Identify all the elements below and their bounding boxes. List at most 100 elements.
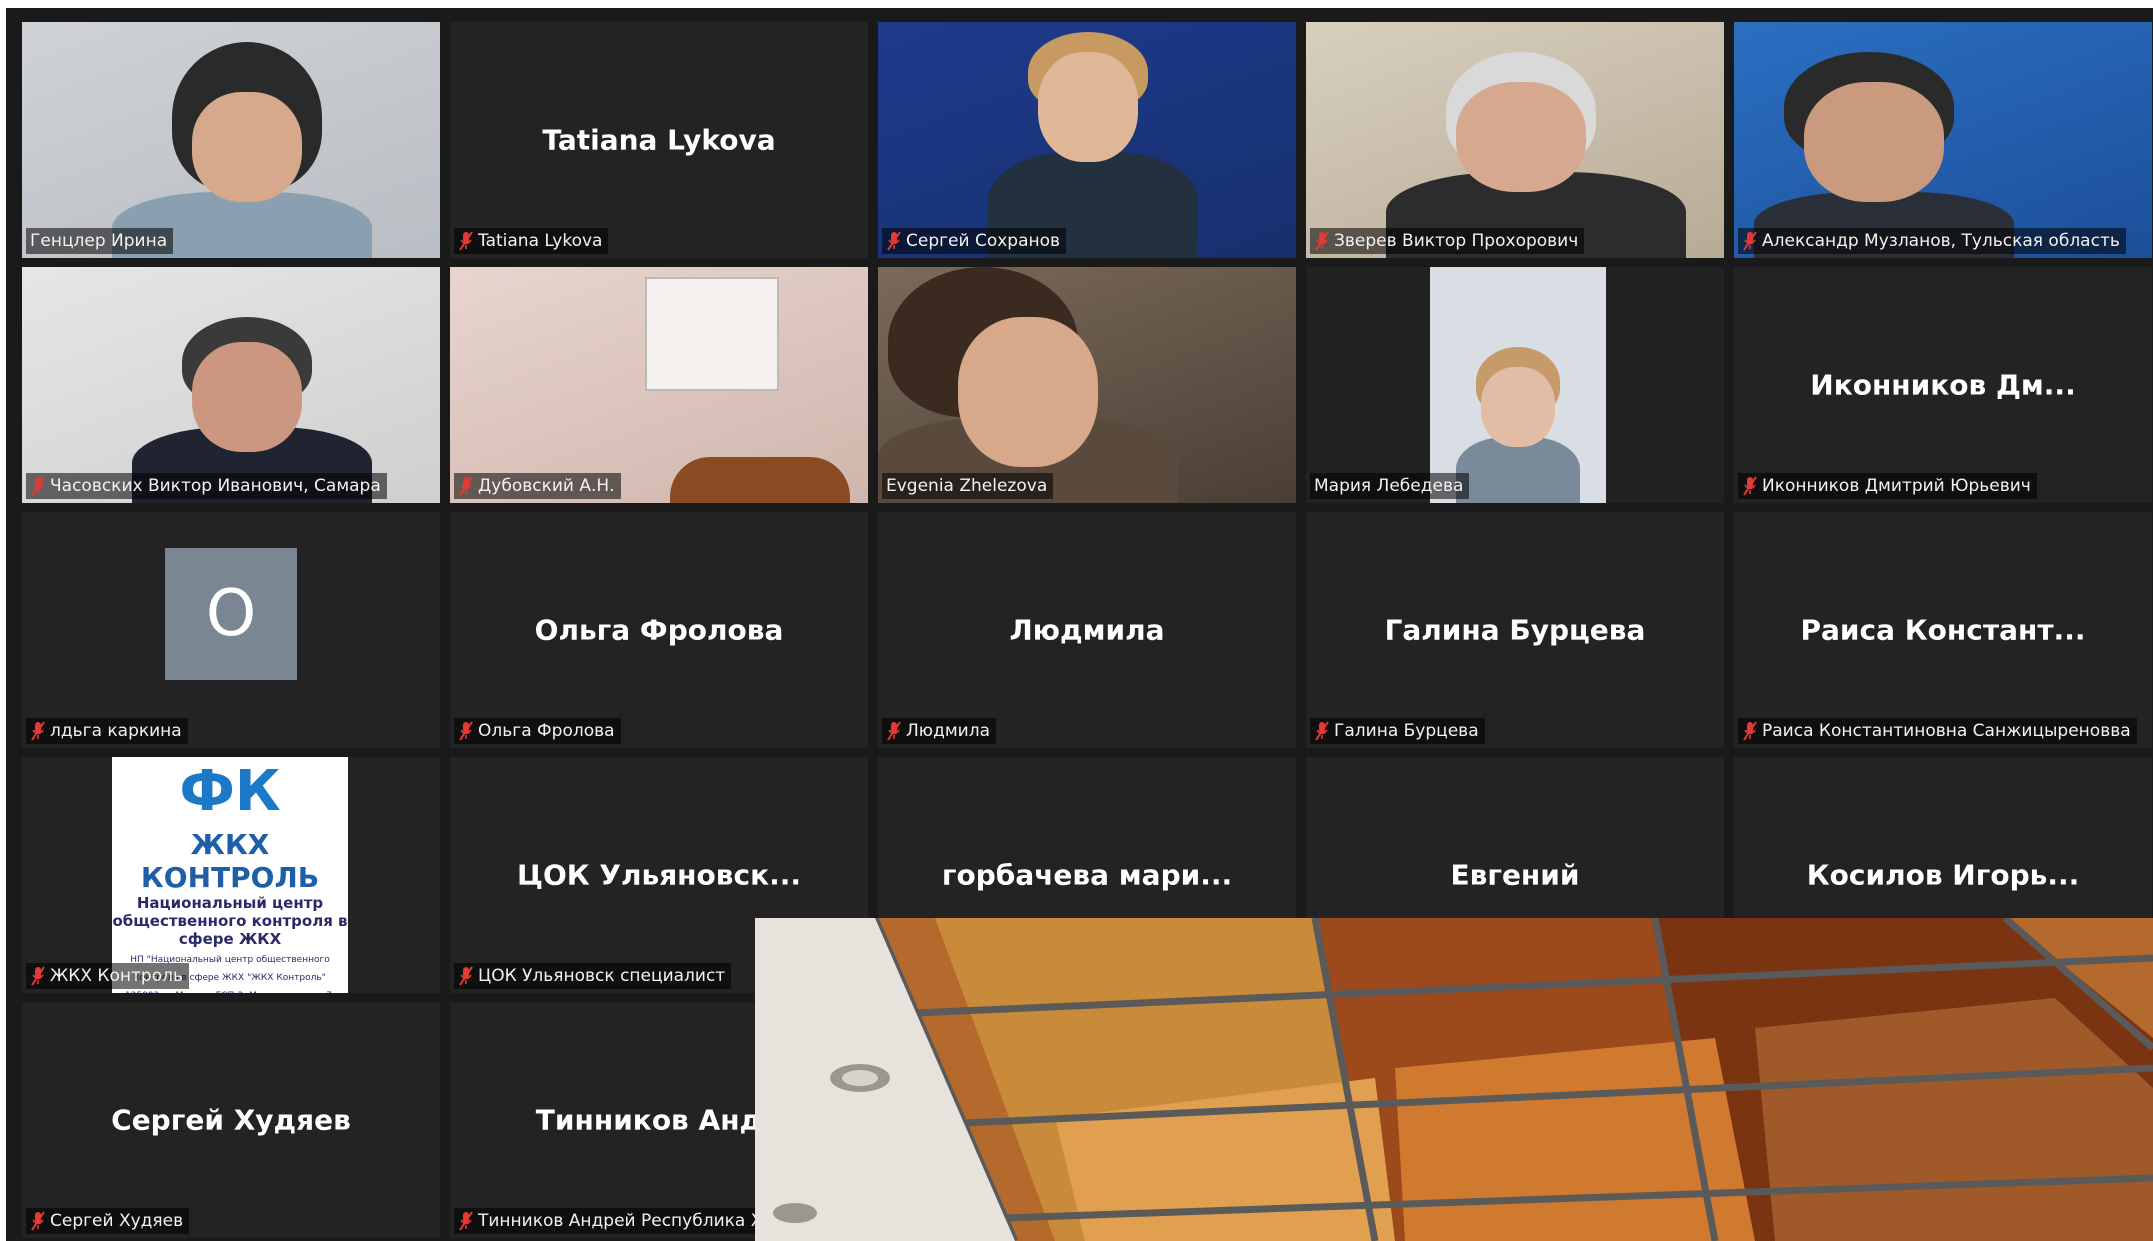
participant-tile[interactable]: Сергей Худяев Сергей Худяев	[22, 1002, 440, 1238]
participant-name-text: Сергей Сохранов	[906, 231, 1061, 251]
participant-tile[interactable]: Зверев Виктор Прохорович	[1306, 22, 1724, 258]
mic-off-icon	[887, 721, 901, 741]
mic-off-icon	[459, 721, 473, 741]
mic-off-icon	[31, 721, 45, 741]
participant-name-text: Ольга Фролова	[478, 721, 615, 741]
participant-video	[878, 22, 1296, 258]
participant-video	[1306, 267, 1724, 503]
participant-tile[interactable]: Сергей Сохранов	[878, 22, 1296, 258]
video-shape	[192, 342, 302, 452]
zhkh-kontrol-logo: ФК ЖКХ КОНТРОЛЬ Национальный центр обществе…	[112, 757, 348, 993]
participant-tile[interactable]: Александр Музланов, Тульская область	[1734, 22, 2152, 258]
participant-tile[interactable]: Галина Бурцева Галина Бурцева	[1306, 512, 1724, 748]
participant-name-text: Людмила	[906, 721, 991, 741]
participant-tile[interactable]: Раиса Констант... Раиса Константиновна Са…	[1734, 512, 2152, 748]
participant-display-name: Евгений	[1450, 858, 1580, 892]
participant-tile[interactable]: Людмила Людмила	[878, 512, 1296, 748]
avatar: О	[165, 548, 297, 680]
participant-tile[interactable]: Мария Лебедева	[1306, 267, 1724, 503]
participant-video	[878, 267, 1296, 503]
mic-off-icon	[1315, 721, 1329, 741]
ceiling-image	[755, 918, 2153, 1241]
participant-name-label: ЖКХ Контроль	[26, 963, 189, 989]
participant-display-name: горбачева мари...	[941, 858, 1233, 892]
participant-name-label: Сергей Сохранов	[882, 228, 1067, 254]
mic-off-icon	[459, 1211, 473, 1231]
video-shape	[1456, 82, 1586, 192]
zoom-gallery-window: Генцлер Ирина Tatiana Lykova Tatiana Lykov…	[0, 0, 2153, 1241]
participant-name-text: Сергей Худяев	[50, 1211, 184, 1231]
participant-name-label: Людмила	[882, 718, 997, 744]
participant-display-name: Косилов Игорь...	[1806, 858, 2080, 892]
participant-name-text: лдьга каркина	[50, 721, 182, 741]
participant-name-text: Evgenia Zhelezova	[886, 476, 1048, 496]
participant-tile[interactable]: Часовских Виктор Иванович, Самара	[22, 267, 440, 503]
video-shape	[192, 92, 302, 202]
participant-display-name: Ольга Фролова	[534, 613, 784, 647]
participant-tile[interactable]: Ольга Фролова Ольга Фролова	[450, 512, 868, 748]
logo-text: ФК	[179, 759, 281, 824]
participant-display-name: Раиса Констант...	[1800, 613, 2086, 647]
mic-off-icon	[1743, 476, 1757, 496]
participant-tile[interactable]: Генцлер Ирина	[22, 22, 440, 258]
participant-name-label: Дубовский А.Н.	[454, 473, 621, 499]
participant-name-text: ЦОК Ульяновск специалист	[478, 966, 726, 986]
video-shape	[1038, 52, 1138, 162]
participant-name-label: Галина Бурцева	[1310, 718, 1485, 744]
participant-name-label: Мария Лебедева	[1310, 473, 1470, 499]
participant-tile[interactable]: Evgenia Zhelezova	[878, 267, 1296, 503]
video-shape	[958, 317, 1098, 467]
video-shape	[1481, 367, 1555, 447]
participant-name-label: Сергей Худяев	[26, 1208, 190, 1234]
mic-off-icon	[459, 966, 473, 986]
participant-name-label: Раиса Константиновна Санжицыреновва	[1738, 718, 2137, 744]
participant-video	[450, 267, 868, 503]
participant-name-label: Генцлер Ирина	[26, 228, 174, 254]
participant-display-name: Людмила	[1009, 613, 1165, 647]
participant-name-text: Галина Бурцева	[1334, 721, 1479, 741]
participant-name-label: Зверев Виктор Прохорович	[1310, 228, 1585, 254]
participant-tile[interactable]: Олдьга каркина	[22, 512, 440, 748]
shared-video-ceiling[interactable]	[755, 918, 2153, 1241]
participant-display-name: Галина Бурцева	[1384, 613, 1646, 647]
video-shape	[1804, 82, 1944, 202]
participant-name-label: Иконников Дмитрий Юрьевич	[1738, 473, 2037, 499]
participant-name-text: Зверев Виктор Прохорович	[1334, 231, 1579, 251]
mic-off-icon	[1743, 231, 1757, 251]
wall-calendar	[645, 277, 779, 391]
logo-text: общественного контроля в сфере ЖКХ	[112, 912, 348, 948]
participant-name-text: ЖКХ Контроль	[50, 966, 183, 986]
participant-name-label: Ольга Фролова	[454, 718, 621, 744]
participant-display-name: Tatiana Lykova	[542, 123, 776, 157]
participant-video	[22, 267, 440, 503]
participant-name-text: Раиса Константиновна Санжицыреновва	[1762, 721, 2131, 741]
participant-tile[interactable]: ФК ЖКХ КОНТРОЛЬ Национальный центр обществе…	[22, 757, 440, 993]
participant-video	[22, 22, 440, 258]
participant-display-name: ЦОК Ульяновск...	[516, 858, 801, 892]
participant-tile[interactable]: Дубовский А.Н.	[450, 267, 868, 503]
mic-off-icon	[31, 476, 45, 496]
mic-off-icon	[1743, 721, 1757, 741]
mic-off-icon	[31, 966, 45, 986]
mic-off-icon	[31, 1211, 45, 1231]
chair-back	[670, 457, 850, 503]
participant-name-label: ЦОК Ульяновск специалист	[454, 963, 732, 989]
participant-name-text: Тинников Андрей Республика Хак	[478, 1211, 784, 1231]
participant-tile[interactable]: Иконников Дм... Иконников Дмитрий Юрьевич	[1734, 267, 2152, 503]
participant-name-label: Evgenia Zhelezova	[882, 473, 1054, 499]
participant-video	[1306, 22, 1724, 258]
logo-text: ЖКХ КОНТРОЛЬ	[140, 828, 320, 894]
participant-name-label: Tatiana Lykova	[454, 228, 609, 254]
participant-name-text: Часовских Виктор Иванович, Самара	[50, 476, 381, 496]
logo-text: Национальный центр	[136, 894, 324, 912]
participant-name-label: Часовских Виктор Иванович, Самара	[26, 473, 387, 499]
participant-name-text: Александр Музланов, Тульская область	[1762, 231, 2120, 251]
participant-video	[1734, 22, 2152, 258]
participant-tile[interactable]: Tatiana Lykova Tatiana Lykova	[450, 22, 868, 258]
participant-name-label: Александр Музланов, Тульская область	[1738, 228, 2126, 254]
participant-display-name: Иконников Дм...	[1810, 368, 2076, 402]
mic-off-icon	[887, 231, 901, 251]
mic-off-icon	[459, 231, 473, 251]
participant-name-label: лдьга каркина	[26, 718, 188, 744]
participant-name-text: Иконников Дмитрий Юрьевич	[1762, 476, 2031, 496]
